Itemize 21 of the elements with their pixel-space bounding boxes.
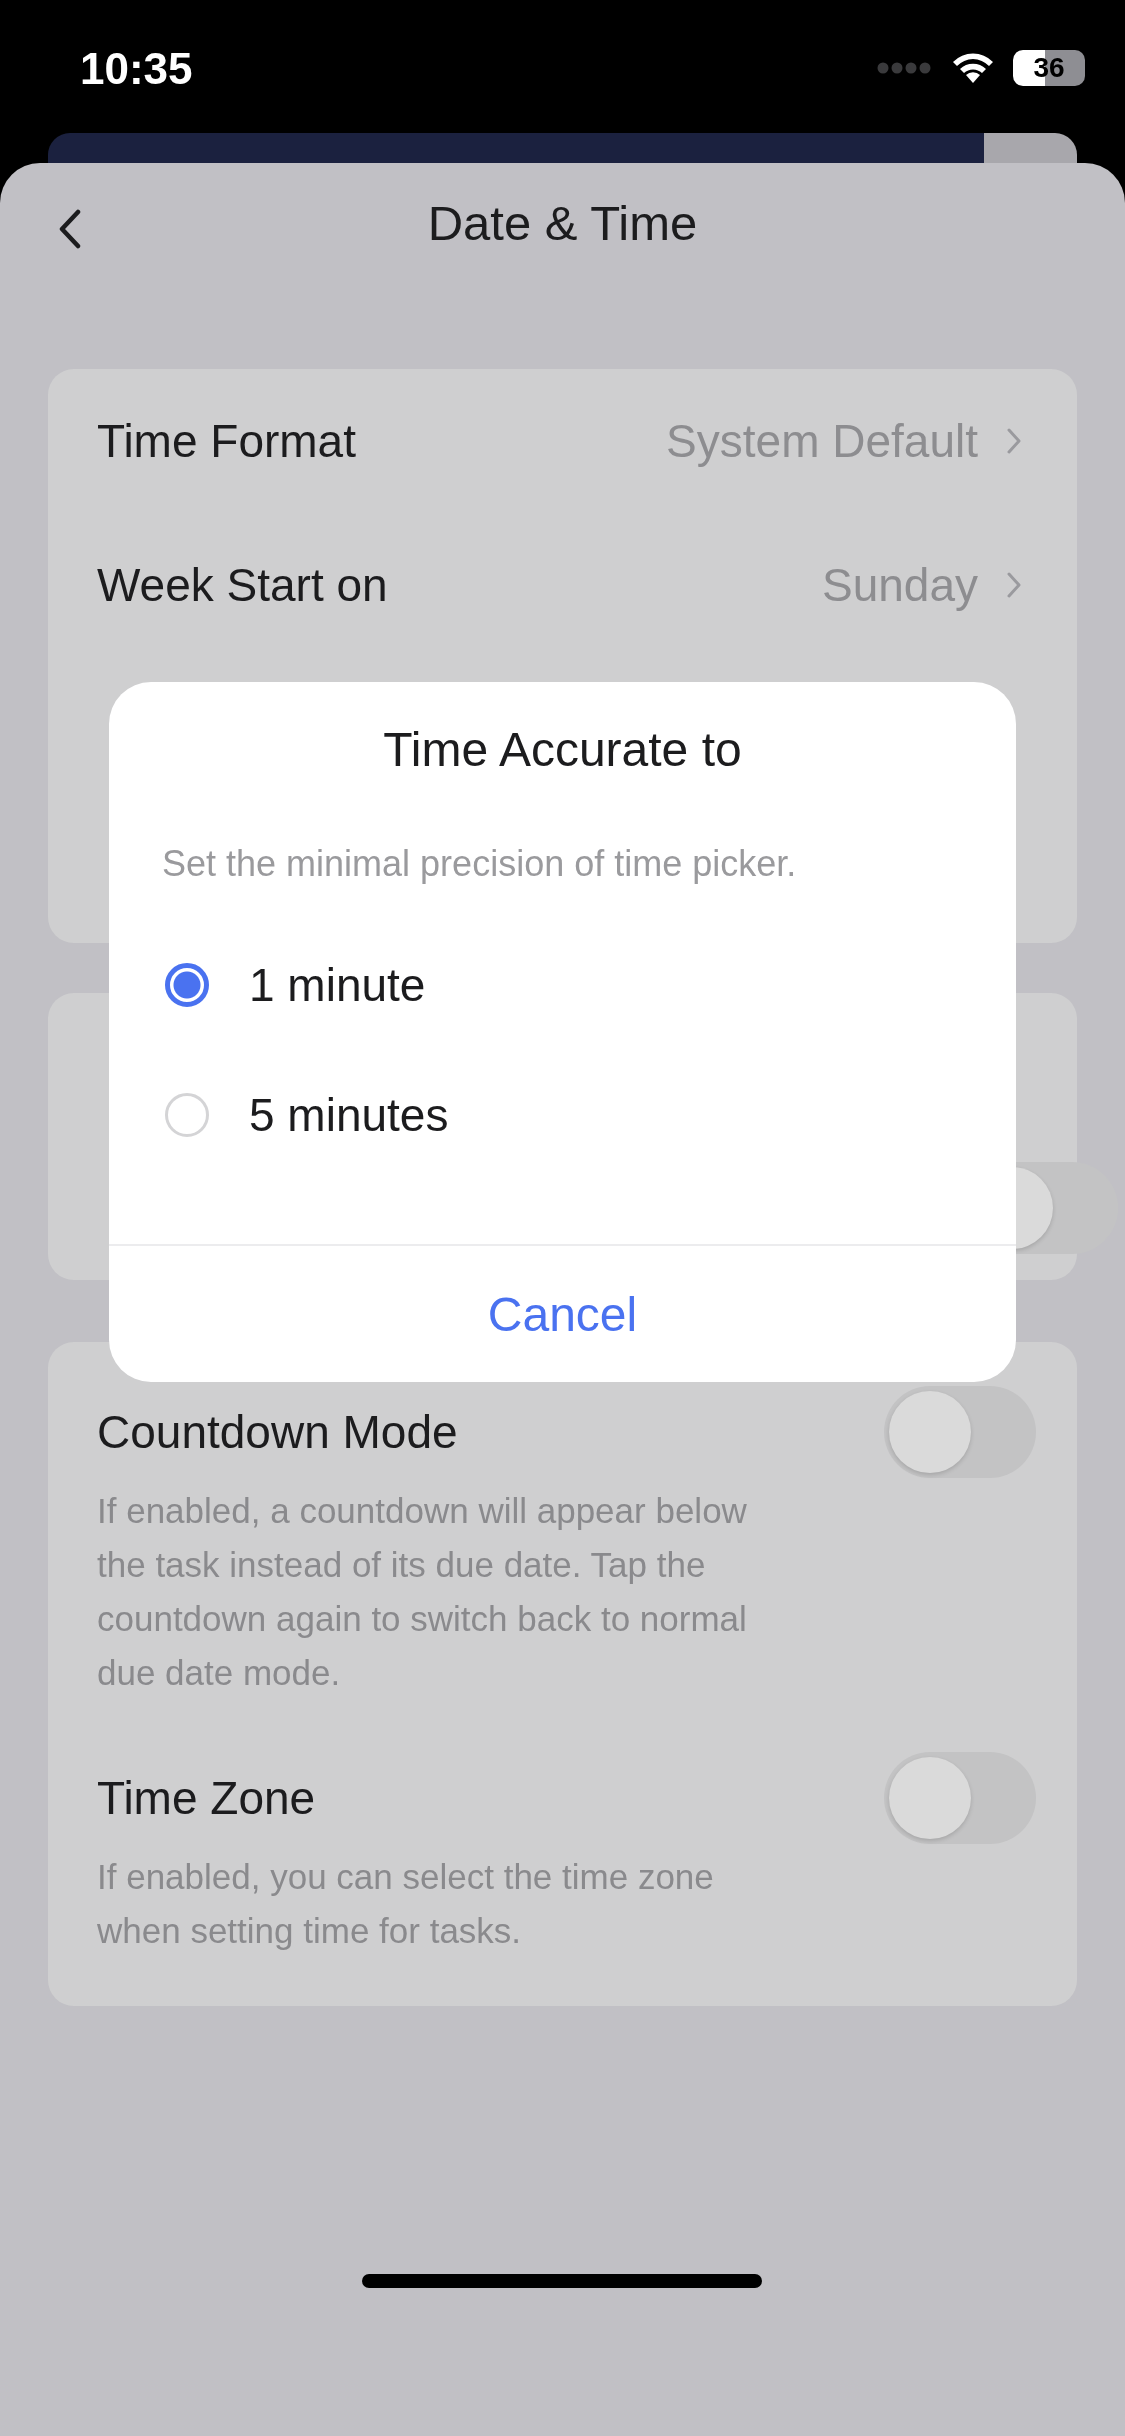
dialog-title: Time Accurate to (383, 722, 742, 777)
setting-value[interactable]: Sunday (822, 558, 978, 612)
page-title: Date & Time (427, 195, 698, 251)
signal-icon (877, 61, 933, 75)
chevron-icon (1006, 427, 1022, 455)
option-label[interactable]: 5 minutes (249, 1088, 449, 1142)
setting-description: If enabled, you can select the time zone when setting time for tasks. (97, 1856, 715, 1952)
setting-label: Time Zone (97, 1771, 317, 1825)
cancel-button[interactable]: Cancel (109, 1246, 1016, 1382)
dialog-message: Set the minimal precision of time picker. (162, 843, 797, 885)
setting-label: Time Format (97, 414, 357, 468)
setting-value[interactable]: System Default (666, 414, 978, 468)
setting-description: If enabled, a countdown will appear below the task instead of its due date. Tap the countdown again to switch back to normal due date mode. (97, 1490, 748, 1694)
setting-label: Week Start on (97, 558, 389, 612)
setting-label: Countdown Mode (97, 1405, 459, 1459)
radio-button[interactable] (165, 963, 209, 1007)
back-icon[interactable] (58, 209, 82, 249)
option-label[interactable]: 1 minute (249, 958, 426, 1012)
wifi-icon (951, 51, 995, 85)
chevron-icon (1006, 571, 1022, 599)
status-time: 10:35 (80, 44, 193, 94)
